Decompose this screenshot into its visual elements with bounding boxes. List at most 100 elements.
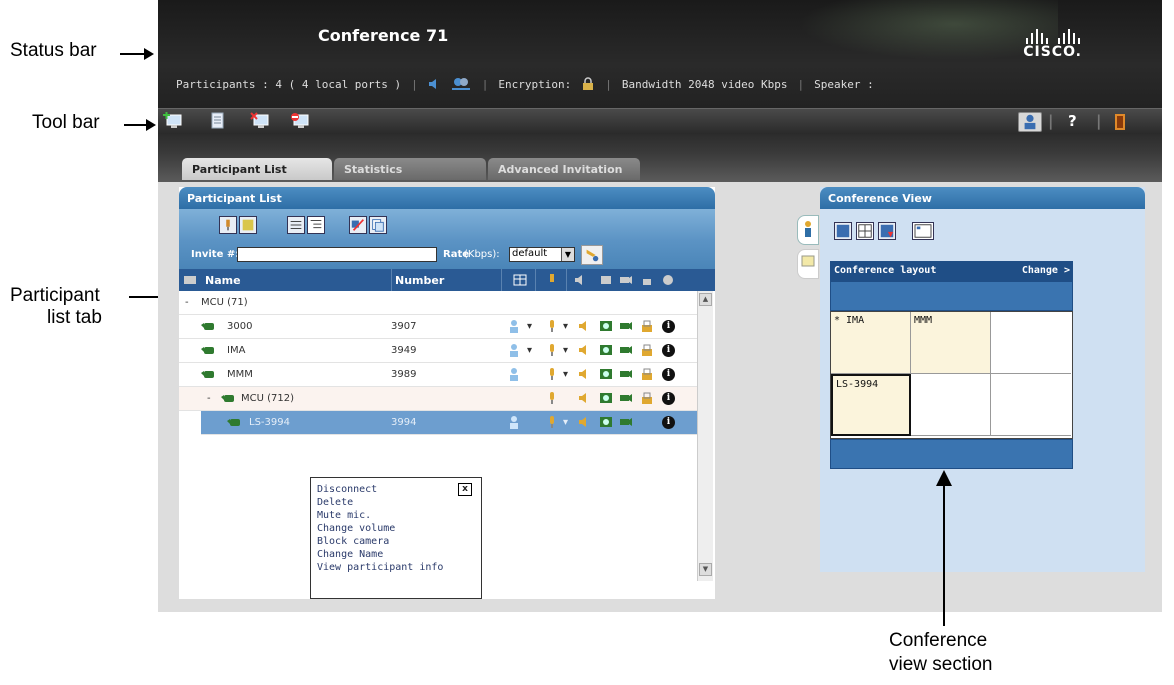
video-column-icon[interactable] bbox=[599, 273, 613, 287]
lock-icon[interactable] bbox=[640, 391, 654, 405]
video-icon[interactable] bbox=[599, 391, 613, 405]
exit-icon[interactable] bbox=[1112, 112, 1128, 132]
mic-icon[interactable] bbox=[545, 343, 559, 357]
info-icon[interactable]: i bbox=[662, 416, 675, 429]
operator-icon[interactable] bbox=[1018, 112, 1042, 132]
close-icon[interactable]: x bbox=[458, 483, 472, 496]
phone-icon bbox=[221, 395, 234, 402]
menu-item-mute-mic[interactable]: Mute mic. bbox=[317, 509, 475, 522]
volume-icon[interactable] bbox=[577, 391, 591, 405]
table-row[interactable]: - MCU (71) bbox=[179, 291, 697, 315]
layout-single-icon[interactable] bbox=[834, 222, 852, 240]
layout-cell[interactable]: MMM bbox=[911, 312, 991, 374]
table-row[interactable]: 3000 3907 ▾ ▾ i bbox=[179, 315, 697, 339]
camera-icon[interactable] bbox=[619, 319, 633, 333]
column-number[interactable]: Number bbox=[395, 274, 444, 287]
volume-icon[interactable] bbox=[577, 415, 591, 429]
change-layout-link[interactable]: Change > bbox=[1022, 265, 1070, 276]
info-icon[interactable]: i bbox=[662, 320, 675, 333]
rate-select[interactable]: default ▼ bbox=[509, 247, 575, 262]
camera-icon[interactable] bbox=[619, 343, 633, 357]
info-column-icon[interactable] bbox=[661, 273, 675, 287]
scroll-down-icon[interactable]: ▼ bbox=[699, 563, 712, 576]
scroll-up-icon[interactable]: ▲ bbox=[699, 293, 712, 306]
volume-column-icon[interactable] bbox=[573, 273, 587, 287]
speaker-icon[interactable] bbox=[428, 78, 440, 90]
layout-grid-icon[interactable] bbox=[856, 222, 874, 240]
volume-icon[interactable] bbox=[577, 343, 591, 357]
info-icon[interactable]: i bbox=[662, 368, 675, 381]
participants-icon[interactable] bbox=[450, 77, 472, 91]
scrollbar[interactable]: ▲ ▼ bbox=[697, 291, 713, 581]
annotation-status-bar: Status bar bbox=[10, 40, 97, 61]
layout-window-icon[interactable] bbox=[912, 222, 934, 240]
table-row[interactable]: - MCU (712) i bbox=[179, 387, 697, 411]
layout-cell[interactable] bbox=[991, 312, 1071, 374]
layout-cell[interactable] bbox=[911, 374, 991, 436]
info-icon[interactable]: i bbox=[662, 344, 675, 357]
camera-icon[interactable] bbox=[619, 391, 633, 405]
help-icon[interactable]: ? bbox=[1068, 112, 1077, 132]
camera-icon[interactable] bbox=[619, 367, 633, 381]
video-icon[interactable] bbox=[599, 343, 613, 357]
tab-strip: Participant List Statistics Advanced Inv… bbox=[158, 134, 1162, 182]
mic-icon[interactable] bbox=[545, 391, 559, 405]
mic-icon[interactable] bbox=[545, 415, 559, 429]
table-row[interactable]: MMM 3989 ▾ i bbox=[179, 363, 697, 387]
video-icon[interactable] bbox=[599, 367, 613, 381]
video-icon[interactable] bbox=[599, 319, 613, 333]
annotation-tool-bar: Tool bar bbox=[32, 112, 100, 133]
layout-person-icon[interactable] bbox=[878, 222, 896, 240]
person-icon[interactable] bbox=[507, 343, 521, 357]
person-icon[interactable] bbox=[507, 415, 521, 429]
invite-input[interactable] bbox=[237, 247, 437, 262]
side-tab-messages[interactable] bbox=[797, 249, 819, 279]
tab-advanced-invitation[interactable]: Advanced Invitation bbox=[488, 158, 640, 180]
video-icon[interactable] bbox=[599, 415, 613, 429]
volume-icon[interactable] bbox=[577, 319, 591, 333]
phone-header-icon[interactable] bbox=[183, 274, 197, 286]
mic-icon[interactable] bbox=[545, 367, 559, 381]
mic-icon[interactable] bbox=[545, 319, 559, 333]
lock-icon[interactable] bbox=[640, 319, 654, 333]
lock-column-icon[interactable] bbox=[640, 273, 654, 287]
column-name[interactable]: Name bbox=[205, 274, 241, 287]
info-icon[interactable]: i bbox=[662, 392, 675, 405]
grid-view-icon[interactable] bbox=[239, 216, 257, 234]
delete-participant-icon[interactable] bbox=[250, 112, 270, 130]
layout-cell[interactable]: LS-3994 bbox=[831, 374, 911, 436]
move-participant-icon[interactable] bbox=[349, 216, 367, 234]
menu-item-change-volume[interactable]: Change volume bbox=[317, 522, 475, 535]
invite-call-icon[interactable] bbox=[581, 245, 603, 265]
document-icon[interactable] bbox=[208, 112, 228, 130]
person-icon[interactable] bbox=[507, 367, 521, 381]
lock-icon[interactable] bbox=[640, 343, 654, 357]
person-icon[interactable] bbox=[507, 319, 521, 333]
table-row-selected[interactable]: LS-3994 3994 ▾ i bbox=[201, 411, 697, 435]
list-view-icon[interactable] bbox=[287, 216, 305, 234]
menu-item-delete[interactable]: Delete bbox=[317, 496, 475, 509]
copy-icon[interactable] bbox=[369, 216, 387, 234]
menu-item-disconnect[interactable]: Disconnect bbox=[317, 483, 475, 496]
tab-statistics[interactable]: Statistics bbox=[334, 158, 486, 180]
lock-icon[interactable] bbox=[640, 367, 654, 381]
tab-participant-list[interactable]: Participant List bbox=[182, 158, 332, 180]
volume-icon[interactable] bbox=[577, 367, 591, 381]
layout-cell[interactable]: * IMA bbox=[831, 312, 911, 374]
menu-item-change-name[interactable]: Change Name bbox=[317, 548, 475, 561]
layout-cell[interactable] bbox=[991, 374, 1071, 436]
tool-bar: | ? | bbox=[158, 108, 1162, 134]
menu-item-view-info[interactable]: View participant info bbox=[317, 561, 475, 574]
camera-icon[interactable] bbox=[619, 415, 633, 429]
layout-column-icon[interactable] bbox=[513, 273, 527, 287]
mic-column-icon[interactable] bbox=[545, 273, 559, 287]
menu-item-block-camera[interactable]: Block camera bbox=[317, 535, 475, 548]
camera-column-icon[interactable] bbox=[619, 273, 633, 287]
table-row[interactable]: IMA 3949 ▾ ▾ i bbox=[179, 339, 697, 363]
add-participant-icon[interactable] bbox=[162, 112, 182, 130]
tree-view-icon[interactable] bbox=[307, 216, 325, 234]
mic-filter-icon[interactable] bbox=[219, 216, 237, 234]
layout-band-top bbox=[830, 281, 1073, 311]
disconnect-participant-icon[interactable] bbox=[290, 112, 310, 130]
side-tab-participants[interactable] bbox=[797, 215, 819, 245]
